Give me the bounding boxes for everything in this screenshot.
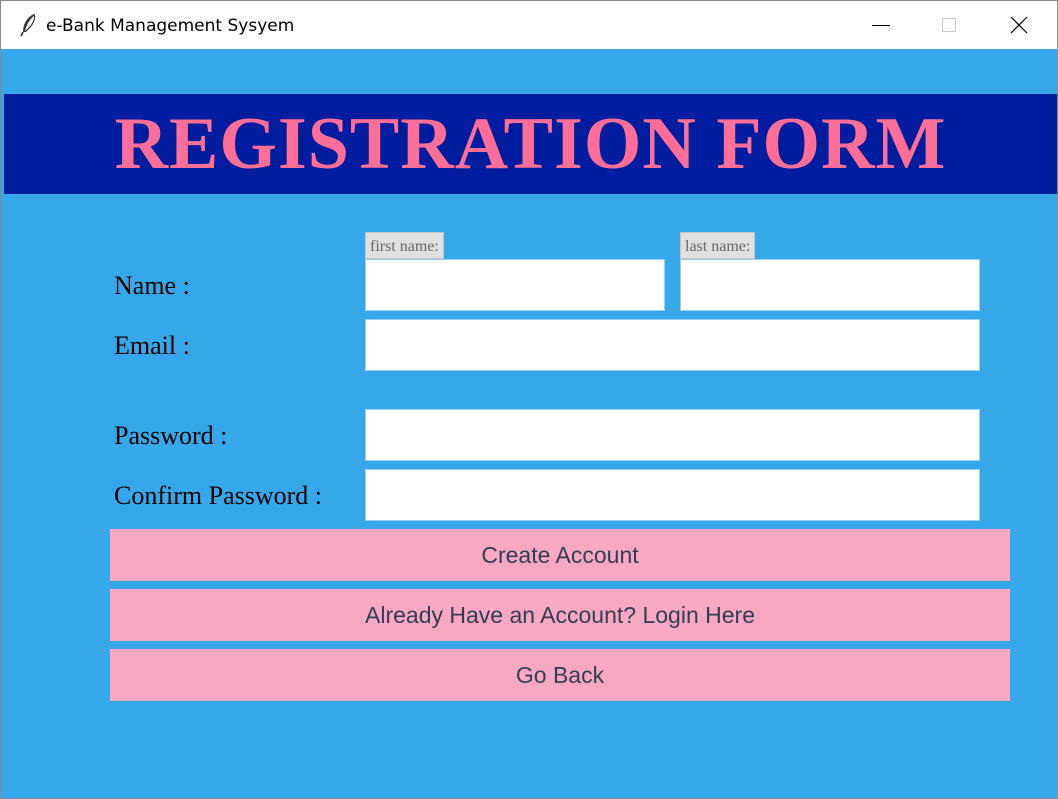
minimize-button[interactable]	[847, 1, 915, 49]
go-back-button[interactable]: Go Back	[110, 649, 1010, 701]
form-area: REGISTRATION FORM first name: last name:…	[1, 49, 1057, 798]
banner: REGISTRATION FORM	[4, 94, 1057, 194]
close-icon	[1010, 16, 1028, 34]
first-name-input[interactable]	[365, 259, 665, 311]
last-name-input[interactable]	[680, 259, 980, 311]
password-label: Password :	[114, 421, 228, 450]
confirm-password-input[interactable]	[365, 469, 980, 521]
feather-icon	[19, 13, 39, 37]
title-bar[interactable]: e-Bank Management Sysyem	[1, 1, 1057, 49]
app-window: e-Bank Management Sysyem REGISTRATION FO…	[0, 0, 1058, 799]
close-button[interactable]	[985, 1, 1053, 49]
page-title: REGISTRATION FORM	[114, 103, 947, 185]
confirm-password-label: Confirm Password :	[114, 481, 322, 510]
email-label: Email :	[114, 331, 190, 360]
create-account-button[interactable]: Create Account	[110, 529, 1010, 581]
password-input[interactable]	[365, 409, 980, 461]
maximize-button[interactable]	[915, 1, 983, 49]
last-name-hint: last name:	[680, 232, 756, 259]
maximize-icon	[942, 18, 956, 32]
window-title: e-Bank Management Sysyem	[46, 16, 295, 36]
login-here-button[interactable]: Already Have an Account? Login Here	[110, 589, 1010, 641]
minimize-icon	[872, 25, 890, 26]
first-name-hint: first name:	[365, 232, 444, 259]
name-label: Name :	[114, 271, 190, 300]
email-input[interactable]	[365, 319, 980, 371]
